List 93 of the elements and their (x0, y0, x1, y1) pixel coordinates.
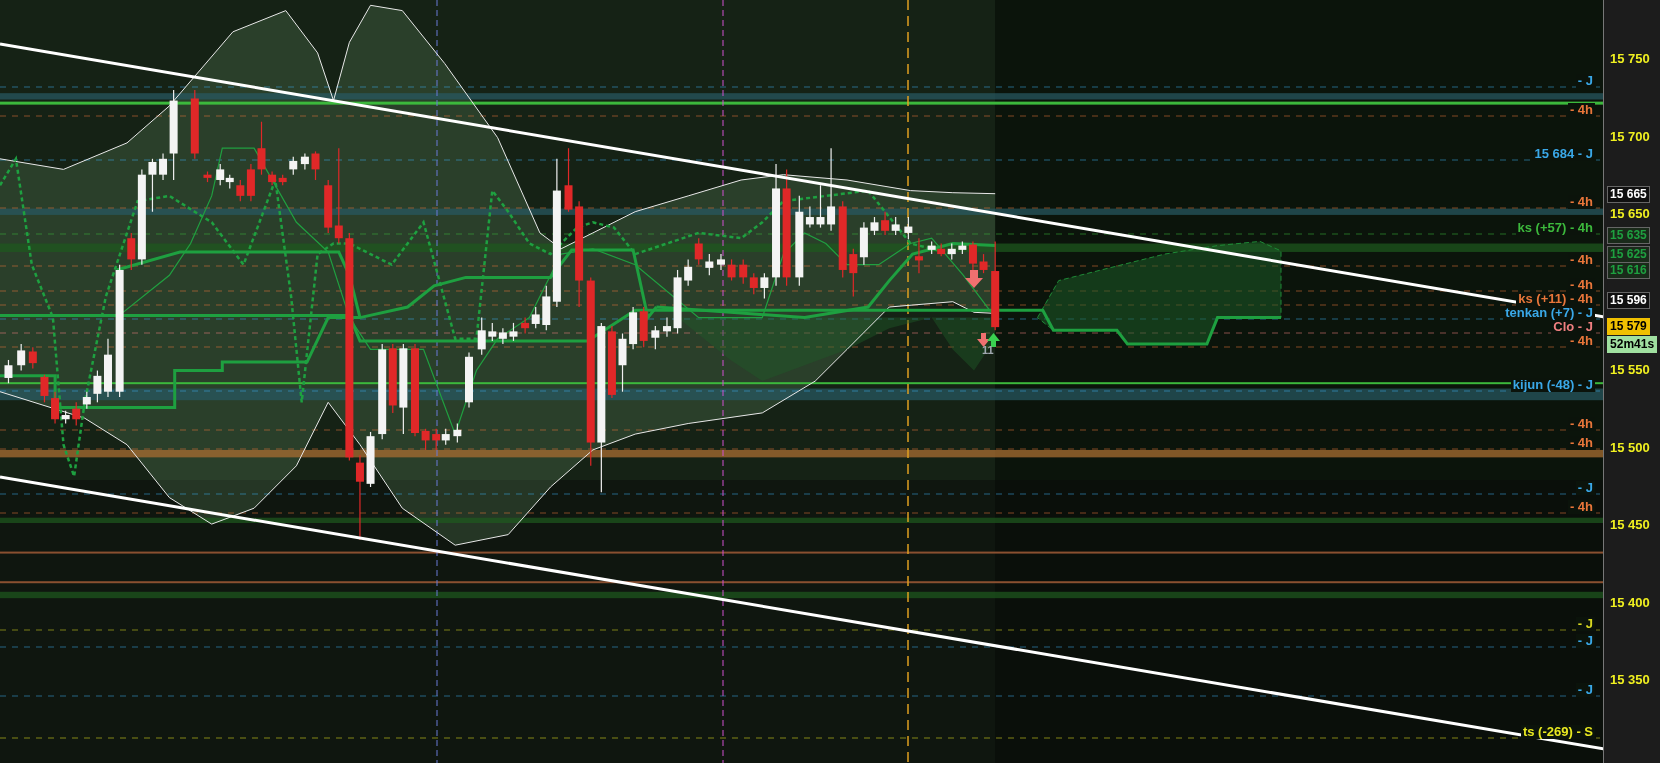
candle (441, 428, 450, 446)
candle (388, 343, 397, 414)
candle (17, 343, 26, 372)
down-arrow-icon (977, 333, 990, 347)
price-tag: 15 579 (1607, 318, 1650, 335)
candle (979, 253, 988, 274)
level-label: - J (1575, 634, 1596, 648)
candle (521, 317, 530, 335)
level-label: - 4h (1567, 334, 1596, 348)
candle (531, 306, 540, 329)
axis-tick-label: 15 450 (1610, 517, 1650, 533)
candle (881, 211, 890, 236)
level-label: - 4h (1567, 436, 1596, 450)
candle (268, 170, 277, 186)
candle (4, 359, 13, 384)
candle (947, 242, 956, 260)
level-label: - 4h (1567, 103, 1596, 117)
candle (749, 272, 758, 295)
level-label: - 4h (1567, 278, 1596, 292)
candle (148, 158, 157, 213)
candle (93, 369, 102, 403)
level-label: ts (-269) - S (1520, 725, 1596, 739)
candle (82, 391, 91, 410)
candle (639, 306, 648, 348)
axis-tick-label: 15 750 (1610, 51, 1650, 67)
level-label: - 4h (1567, 417, 1596, 431)
candle (760, 272, 769, 300)
candle (311, 150, 320, 181)
axis-tick-label: 15 650 (1610, 206, 1650, 222)
candle (927, 240, 936, 255)
candle (278, 174, 287, 186)
signal-count: 11 (982, 344, 994, 356)
candle (432, 428, 441, 451)
candle (488, 322, 497, 342)
level-label: - J (1575, 481, 1596, 495)
candle (816, 184, 825, 229)
candle (629, 306, 638, 350)
candle (509, 322, 518, 342)
level-label: ks (+57) - 4h (1515, 221, 1596, 235)
price-tag: 15 616 (1607, 262, 1650, 279)
candle (739, 258, 748, 285)
level-label: - J (1575, 683, 1596, 697)
candle (498, 327, 507, 345)
candle (618, 332, 627, 393)
level-label: - J (1575, 617, 1596, 631)
candle (465, 351, 473, 409)
level-label: - 4h (1567, 253, 1596, 267)
candle (190, 89, 199, 160)
candle (849, 248, 858, 298)
level-label: - J (1575, 74, 1596, 88)
candle (673, 269, 682, 335)
axis-tick-label: 15 500 (1610, 440, 1650, 456)
candle (72, 401, 81, 427)
candle (717, 253, 725, 271)
candle (421, 428, 430, 451)
candle (564, 147, 573, 213)
candle (366, 431, 375, 488)
candle (453, 422, 462, 444)
candle (705, 253, 714, 276)
candle (300, 152, 309, 170)
axis-tick-label: 15 700 (1610, 129, 1650, 145)
candle (40, 374, 49, 403)
level-label: Clo - J (1551, 320, 1596, 334)
price-tag: 15 665 (1607, 186, 1650, 203)
candle (937, 242, 946, 257)
level-label: kijun (-48) - J (1510, 378, 1596, 392)
candle (891, 216, 900, 236)
level-label: - 4h (1567, 195, 1596, 209)
candle (28, 346, 37, 370)
candle (684, 258, 693, 287)
price-tag: 15 596 (1607, 292, 1650, 309)
level-label: tenkan (+7) - J (1503, 306, 1596, 320)
candle (104, 338, 112, 398)
candle (663, 317, 671, 338)
candle (694, 237, 703, 266)
level-label: 15 684 - J (1532, 147, 1596, 161)
axis-tick-label: 15 550 (1610, 362, 1650, 378)
down-arrow-icon (965, 270, 983, 288)
axis-tick-label: 15 400 (1610, 595, 1650, 611)
candle (289, 156, 298, 176)
axis-tick-label: 15 350 (1610, 672, 1650, 688)
level-label: ks (+11) - 4h (1516, 292, 1596, 306)
up-arrow-icon (987, 333, 1000, 347)
candle (870, 216, 879, 236)
price-tag: 15 635 (1607, 227, 1650, 244)
candle (257, 121, 266, 176)
candle (477, 317, 486, 356)
level-label: - 4h (1567, 500, 1596, 514)
candle (727, 258, 736, 282)
candle (203, 170, 212, 183)
price-tag: 52m41s (1607, 336, 1658, 353)
candle (859, 221, 868, 266)
candle (651, 325, 660, 350)
